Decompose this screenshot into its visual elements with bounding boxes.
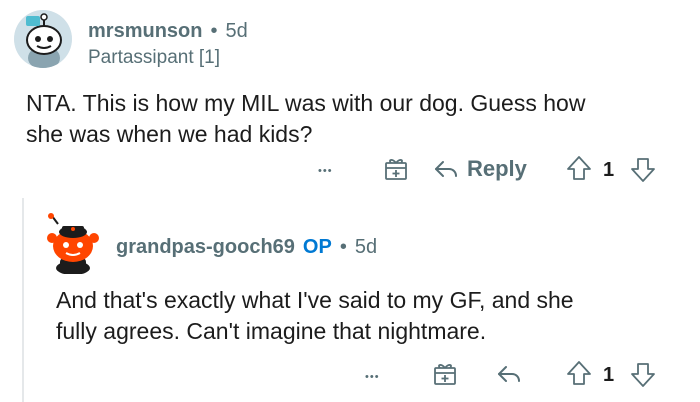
comment-age: 5d — [225, 20, 248, 42]
downvote-button[interactable] — [630, 361, 656, 389]
downvote-icon — [630, 156, 656, 184]
upvote-icon — [566, 154, 592, 182]
comment-age: 5d — [354, 236, 378, 258]
reply-button[interactable] — [496, 361, 522, 387]
more-icon: ••• — [365, 371, 380, 383]
more-button[interactable]: ••• — [365, 364, 380, 390]
downvote-icon — [630, 361, 656, 389]
more-button[interactable]: ••• — [318, 158, 333, 184]
reply-button[interactable]: Reply — [433, 156, 527, 182]
reply-label: Reply — [467, 156, 527, 181]
meta-separator: • — [210, 20, 218, 42]
comment-body: And that's exactly what I've said to my … — [56, 285, 574, 347]
award-button[interactable] — [383, 156, 409, 182]
vote-count: 1 — [603, 364, 615, 386]
avatar[interactable] — [14, 10, 72, 68]
comment-username[interactable]: grandpas-gooch69 — [116, 236, 295, 259]
vote-count: 1 — [603, 159, 615, 181]
comment-body: NTA. This is how my MIL was with our dog… — [26, 88, 585, 150]
comment-username[interactable]: mrsmunson — [88, 20, 202, 43]
comment-body-line: she was when we had kids? — [26, 121, 313, 147]
award-icon — [432, 361, 458, 387]
comment-body-line: And that's exactly what I've said to my … — [56, 287, 574, 313]
downvote-button[interactable] — [630, 156, 656, 184]
upvote-button[interactable] — [566, 154, 592, 182]
comment-body-line: NTA. This is how my MIL was with our dog… — [26, 90, 586, 116]
award-button[interactable] — [432, 361, 458, 387]
comment-body-line: fully agrees. Can't imagine that nightma… — [56, 318, 487, 344]
upvote-button[interactable] — [566, 359, 592, 387]
upvote-icon — [566, 359, 592, 387]
more-icon: ••• — [318, 165, 333, 177]
award-icon — [383, 156, 409, 182]
reply-icon — [433, 156, 459, 182]
avatar[interactable] — [44, 212, 102, 274]
user-flair: Partassipant [1] — [88, 47, 221, 68]
op-badge: OP — [302, 236, 332, 258]
meta-separator: • — [339, 236, 347, 258]
thread-line[interactable] — [22, 198, 24, 402]
reply-icon — [496, 361, 522, 387]
